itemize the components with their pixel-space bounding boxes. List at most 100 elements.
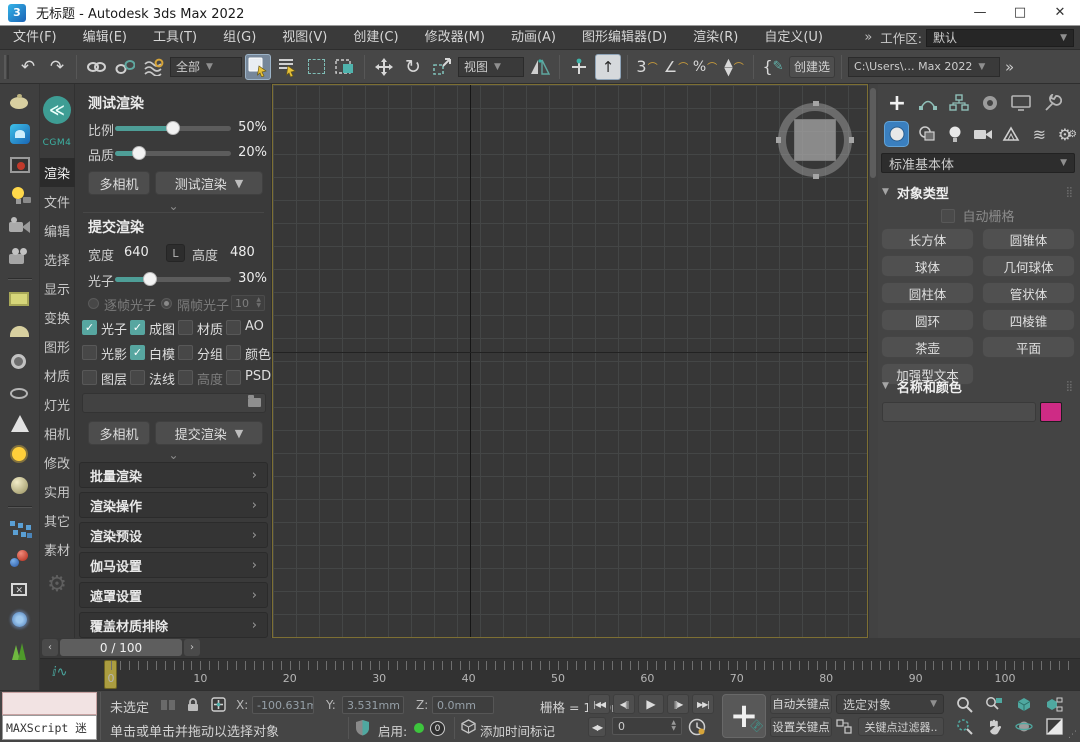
category-helpers[interactable] (1001, 123, 1022, 145)
category-cameras[interactable] (972, 123, 993, 145)
create-button-圆环[interactable]: 圆环 (881, 309, 974, 331)
maximize-button[interactable]: □ (1000, 0, 1040, 26)
sidebar-tab-实用[interactable]: 实用 (40, 477, 75, 506)
checkbox-法线[interactable] (130, 370, 145, 385)
select-and-manipulate-button[interactable] (566, 54, 592, 80)
next-frame-button[interactable]: ||▶ (667, 694, 689, 714)
set-key-button[interactable]: 设置关键点 (770, 717, 832, 737)
viewcube-top-face[interactable] (794, 119, 836, 161)
percent-snap-toggle[interactable]: %⌒ (692, 54, 718, 80)
perspective-viewport[interactable] (272, 84, 868, 638)
light-bulb-icon[interactable] (8, 185, 32, 207)
checkbox-分组[interactable] (178, 345, 193, 360)
select-object-button[interactable] (245, 54, 271, 80)
sun-icon[interactable] (8, 444, 32, 466)
bind-to-space-warp-icon[interactable] (141, 54, 167, 80)
checkbox-高度[interactable] (178, 370, 193, 385)
sidebar-tab-显示[interactable]: 显示 (40, 274, 75, 303)
play-button[interactable]: ▶ (638, 694, 664, 714)
sphere-beige-icon[interactable] (8, 475, 32, 497)
reference-coordinate-dropdown[interactable]: 视图 ▼ (458, 57, 524, 77)
key-filters-button[interactable]: 关键点过滤器.. (858, 717, 944, 736)
submit-render-button[interactable]: 提交渲染 ▼ (155, 421, 263, 445)
maxscript-mini-listener[interactable]: MAXScript 迷 (2, 715, 97, 740)
x-coordinate-field[interactable]: -100.631m (252, 696, 314, 714)
category-space-warps[interactable]: ≋ (1029, 123, 1050, 145)
spinner-snap-toggle[interactable]: ▲▼⌒ (721, 54, 747, 80)
sidebar-tab-选择[interactable]: 选择 (40, 245, 75, 274)
z-coordinate-field[interactable]: 0.0mm (432, 696, 494, 714)
undo-button[interactable]: ↶ (15, 54, 41, 80)
photon-slider[interactable] (115, 277, 231, 282)
checkbox-光影[interactable] (82, 345, 97, 360)
cone-icon[interactable] (8, 413, 32, 435)
dome-icon[interactable] (8, 320, 32, 342)
set-keys-button[interactable]: + ⚿ (722, 694, 766, 738)
spinner-arrows-icon[interactable]: ▲▼ (256, 297, 261, 309)
y-coordinate-field[interactable]: 3.531mm (342, 696, 404, 714)
select-by-name-button[interactable] (274, 54, 300, 80)
create-selection-set-button[interactable]: 创建选 (789, 56, 835, 78)
toolbar-grip[interactable] (4, 55, 9, 79)
menu-item-1[interactable]: 编辑(E) (70, 26, 140, 50)
autogrid-checkbox[interactable] (941, 209, 955, 223)
selection-filter-dropdown[interactable]: 全部 ▼ (170, 57, 242, 77)
current-frame-field[interactable]: 0 ▲▼ (612, 717, 682, 735)
width-value[interactable]: 640 (124, 245, 149, 260)
object-color-swatch[interactable] (1040, 402, 1062, 422)
output-path-input[interactable] (82, 393, 266, 413)
sidebar-tab-素材[interactable]: 素材 (40, 535, 75, 564)
sidebar-tab-材质[interactable]: 材质 (40, 361, 75, 390)
enabled-status-dot[interactable] (414, 723, 424, 733)
molecule-icon[interactable] (8, 548, 32, 570)
unlink-selection-icon[interactable] (112, 54, 138, 80)
menu-item-3[interactable]: 组(G) (210, 26, 269, 50)
new-key-default-icon[interactable] (836, 719, 853, 735)
category-systems[interactable]: ⚙⚙ (1057, 123, 1078, 145)
select-and-rotate-button[interactable]: ↻ (400, 54, 426, 80)
checkbox-材质[interactable] (178, 320, 193, 335)
checkbox-图层[interactable] (82, 370, 97, 385)
aspect-lock-button[interactable]: L (166, 244, 185, 262)
rollout-覆盖材质排除[interactable]: 覆盖材质排除› (79, 612, 268, 638)
key-mode-toggle[interactable]: ◀▶ (588, 717, 606, 737)
menu-item-7[interactable]: 动画(A) (498, 26, 569, 50)
orbit-icon[interactable] (1012, 716, 1036, 736)
sidebar-tab-文件[interactable]: 文件 (40, 187, 75, 216)
zoom-icon[interactable] (952, 694, 976, 714)
workspace-dropdown[interactable]: 默认 ▼ (926, 29, 1074, 47)
collapse-chevron[interactable]: ⌄ (75, 199, 272, 213)
key-selection-dropdown[interactable]: 选定对象 ▼ (836, 694, 944, 714)
create-button-长方体[interactable]: 长方体 (881, 228, 974, 250)
tab-utilities[interactable] (1041, 92, 1063, 114)
create-button-平面[interactable]: 平面 (982, 336, 1075, 358)
select-and-link-icon[interactable] (83, 54, 109, 80)
quality-slider[interactable] (115, 151, 231, 156)
tab-create[interactable]: + (886, 92, 908, 114)
checkbox-PSD[interactable] (226, 370, 241, 385)
sidebar-tab-修改[interactable]: 修改 (40, 448, 75, 477)
rollout-伽马设置[interactable]: 伽马设置› (79, 552, 268, 578)
menu-item-2[interactable]: 工具(T) (140, 26, 210, 50)
maxscript-mini-listener-macro[interactable] (2, 692, 97, 715)
skip-frame-photon-radio[interactable] (161, 298, 172, 309)
category-geometry[interactable] (884, 121, 909, 147)
add-time-tag[interactable]: 添加时间标记 (480, 721, 555, 740)
create-button-球体[interactable]: 球体 (881, 255, 974, 277)
category-lights[interactable] (944, 123, 965, 145)
absolute-mode-transform-icon[interactable] (210, 696, 227, 713)
camera-icon[interactable] (8, 247, 32, 269)
isolate-selection-icon[interactable] (160, 699, 176, 711)
zoom-extents-all-icon[interactable] (1042, 694, 1066, 714)
checkbox-光子[interactable]: ✓ (82, 320, 97, 335)
curve-view-toggle-icon[interactable]: ⅈ∿ (52, 665, 67, 680)
ring-icon[interactable] (8, 351, 32, 373)
track-bar[interactable]: ⅈ∿ 0102030405060708090100 (40, 658, 1080, 690)
create-button-圆柱体[interactable]: 圆柱体 (881, 282, 974, 304)
create-button-几何球体[interactable]: 几何球体 (982, 255, 1075, 277)
menu-item-8[interactable]: 图形编辑器(D) (569, 26, 680, 50)
rectangular-selection-region-button[interactable] (303, 54, 329, 80)
teapot-icon[interactable] (8, 92, 32, 114)
maximize-viewport-toggle-icon[interactable] (1042, 716, 1066, 736)
toolbar-overflow-chevron[interactable]: » (1005, 58, 1014, 76)
